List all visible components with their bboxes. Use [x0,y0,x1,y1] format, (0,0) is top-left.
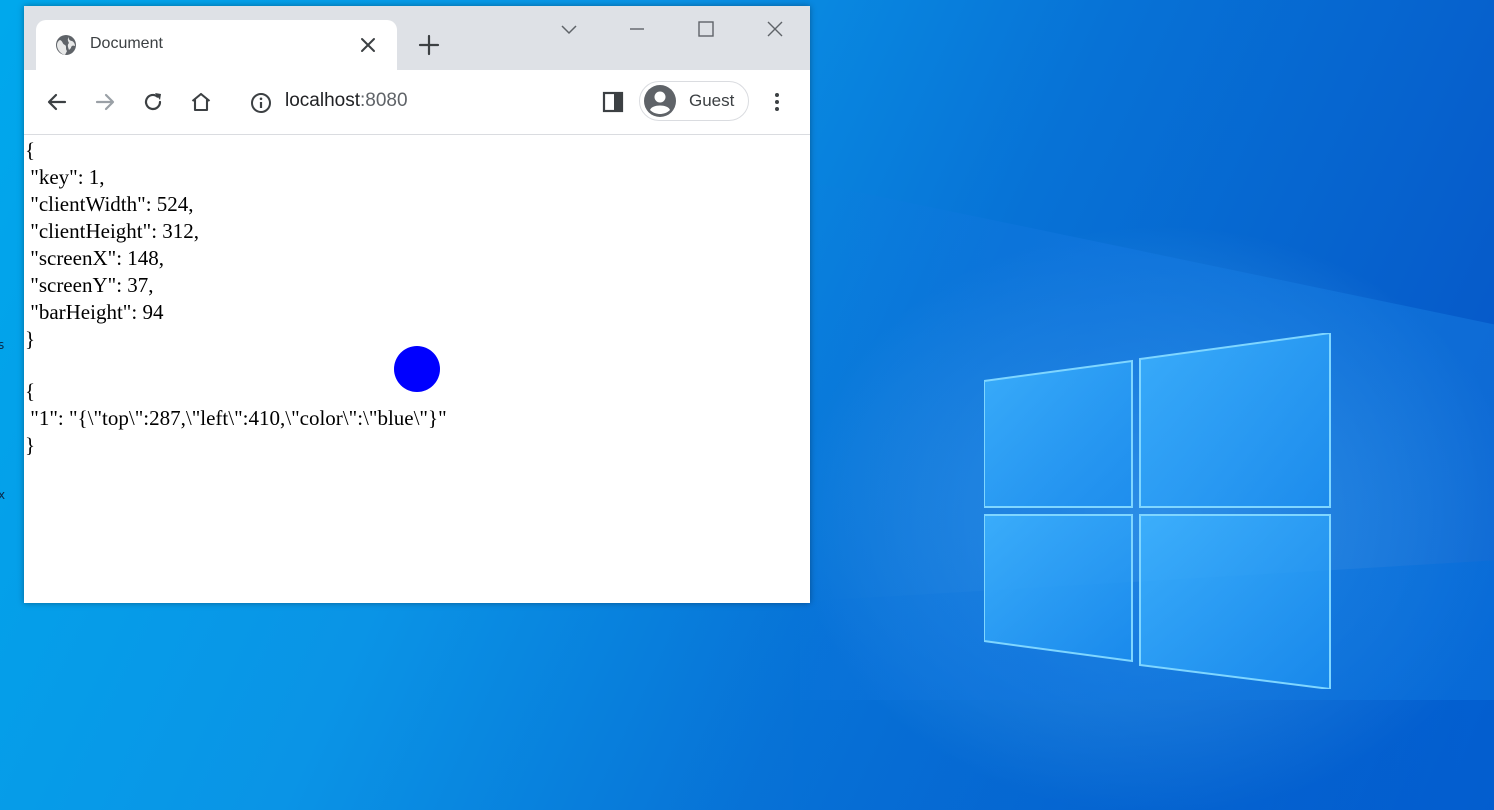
side-panel-icon[interactable] [601,90,625,114]
tab-strip: Document [24,6,810,70]
shapes-json-text: { "1": "{\"top\":287,\"left\":410,\"colo… [25,379,447,457]
forward-arrow-icon[interactable] [93,90,117,114]
tab-search-chevron-down-icon[interactable] [559,19,579,39]
minimize-icon[interactable] [627,19,647,39]
tab-document[interactable]: Document [36,20,397,70]
address-host: localhost [285,90,360,111]
maximize-icon[interactable] [696,19,716,39]
close-tab-icon[interactable] [358,35,378,55]
navigation-toolbar: localhost:8080 Guest [24,70,810,135]
address-port: :8080 [360,90,408,111]
kebab-menu-icon[interactable] [765,90,789,114]
browser-window: Document localhost:8080 Guest {"key": 1… [24,6,810,603]
home-icon[interactable] [189,90,213,114]
profile-name: Guest [689,91,735,110]
desktop-icon-label-fragment: x [0,488,6,502]
desktop-icon-label-fragment: s [0,338,5,352]
windows-logo-icon [984,333,1331,689]
tab-title: Document [90,35,163,52]
profile-button[interactable]: Guest [639,81,749,121]
close-window-icon[interactable] [765,19,785,39]
state-json-text: { "key": 1, "clientWidth": 524, "clientH… [25,138,200,351]
reload-icon[interactable] [141,90,165,114]
page-content: { "key": 1, "clientWidth": 524, "clientH… [24,135,810,603]
globe-icon [56,35,76,55]
back-arrow-icon[interactable] [45,90,69,114]
site-info-icon[interactable] [250,92,272,114]
avatar-icon [644,85,676,117]
address-bar[interactable]: localhost:8080 [285,90,408,112]
new-tab-plus-icon[interactable] [417,33,441,57]
